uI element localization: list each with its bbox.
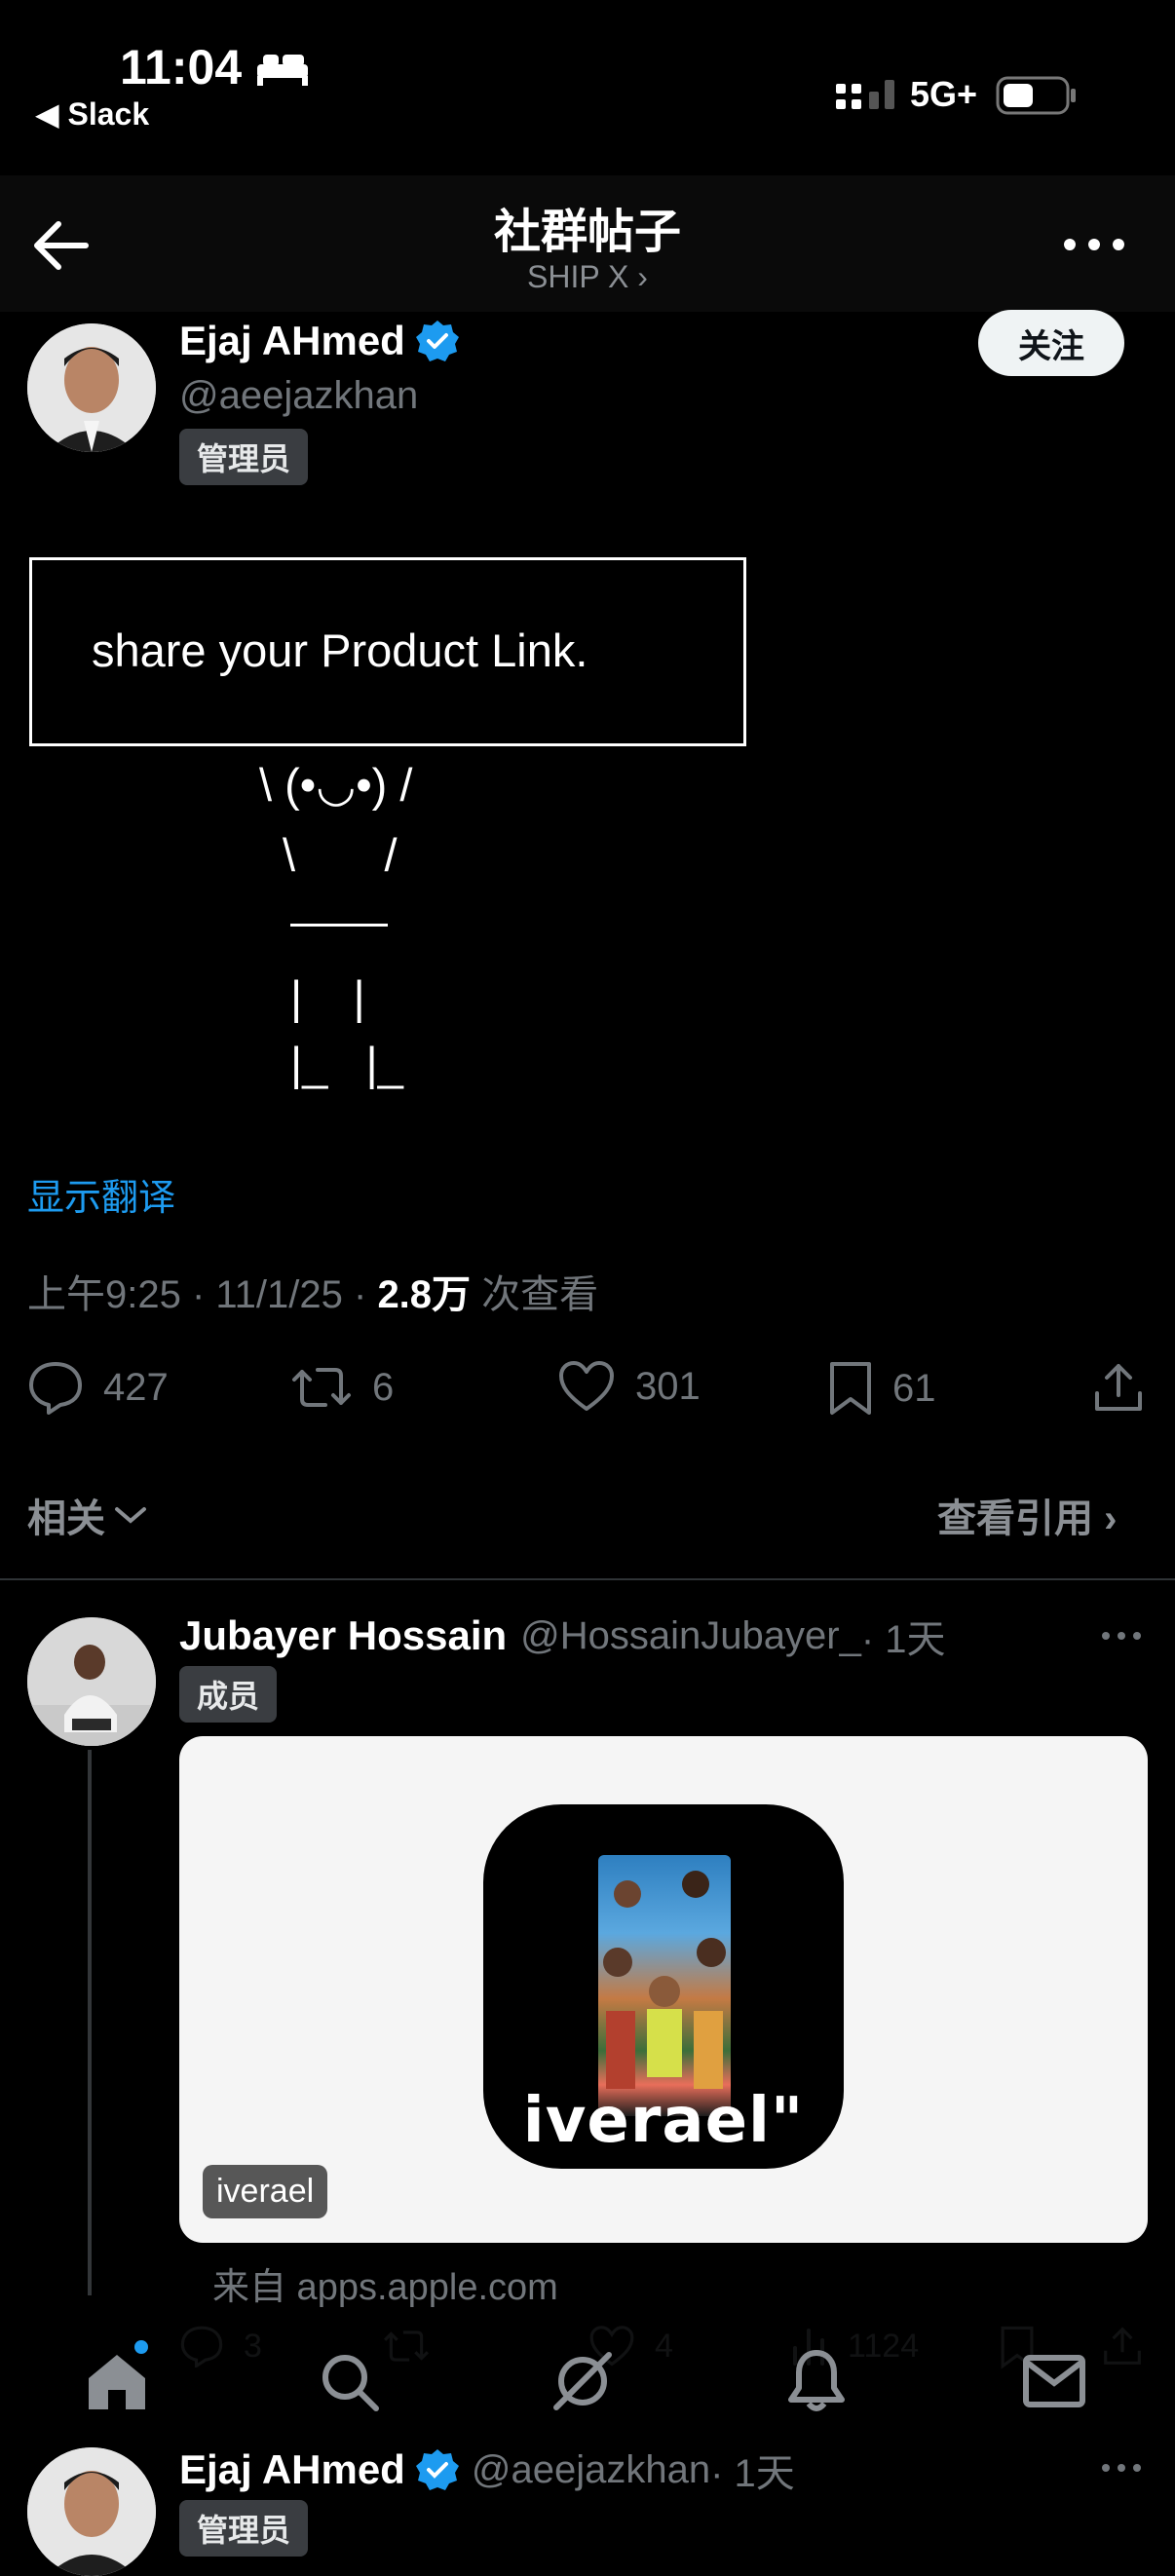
chevron-down-icon bbox=[115, 1507, 146, 1524]
page-title: 社群帖子 bbox=[493, 207, 681, 258]
community-name-link[interactable]: SHIP X › bbox=[0, 259, 1175, 295]
tab-notifications[interactable] bbox=[777, 2342, 855, 2420]
bookmark-icon bbox=[830, 1362, 871, 1415]
author-avatar[interactable] bbox=[27, 323, 156, 452]
share-button[interactable] bbox=[1091, 1360, 1146, 1415]
like-count: 301 bbox=[635, 1364, 701, 1408]
tab-search[interactable] bbox=[310, 2342, 388, 2420]
repost-button[interactable]: 6 bbox=[290, 1360, 394, 1415]
reply-author-handle[interactable]: @HossainJubayer_ bbox=[520, 1614, 861, 1658]
home-icon bbox=[89, 2355, 145, 2409]
tab-messages[interactable] bbox=[1015, 2342, 1093, 2420]
search-icon bbox=[322, 2355, 379, 2411]
post-text: share your Product Link. bbox=[92, 625, 588, 676]
back-to-app-link[interactable]: ◀ Slack bbox=[35, 95, 149, 133]
cellular-signal-icon bbox=[836, 80, 894, 109]
reply-header: Jubayer Hossain @HossainJubayer_ · 1天 bbox=[179, 1608, 946, 1664]
repost-count: 6 bbox=[372, 1365, 395, 1409]
next-author-name[interactable]: Ejaj AHmed bbox=[179, 2446, 405, 2493]
view-count-label: 次查看 bbox=[471, 1273, 599, 1316]
follow-button[interactable]: 关注 bbox=[978, 310, 1124, 376]
more-options-icon[interactable] bbox=[1062, 230, 1126, 259]
reply-author-name[interactable]: Jubayer Hossain bbox=[179, 1612, 507, 1659]
more-options-icon[interactable] bbox=[1101, 2461, 1142, 2475]
reply-time: · 1天 bbox=[860, 1618, 946, 1661]
link-source[interactable]: 来自 apps.apple.com bbox=[212, 2256, 558, 2310]
ascii-art-face: \ (•◡•) / bbox=[259, 759, 413, 811]
divider bbox=[0, 1578, 1175, 1580]
post-action-bar: 427 6 301 61 bbox=[27, 1360, 1148, 1419]
post-timestamp: 上午9:25 · 11/1/25 · bbox=[27, 1273, 378, 1316]
next-author-avatar[interactable] bbox=[27, 2447, 156, 2576]
author-handle[interactable]: @aeejazkhan bbox=[179, 374, 418, 418]
view-count: 2.8万 bbox=[377, 1273, 472, 1316]
verified-badge-icon bbox=[415, 321, 459, 361]
bookmark-count: 61 bbox=[892, 1366, 936, 1410]
card-domain-label: iverael bbox=[203, 2165, 328, 2218]
next-author-handle[interactable]: @aeejazkhan bbox=[472, 2448, 710, 2492]
post-meta: 上午9:25 · 11/1/25 · 2.8万 次查看 bbox=[27, 1263, 598, 1319]
share-icon bbox=[1095, 1364, 1142, 1411]
more-options-icon[interactable] bbox=[1101, 1629, 1142, 1643]
admin-role-badge: 管理员 bbox=[179, 2500, 309, 2557]
show-translation-link[interactable]: 显示翻译 bbox=[27, 1167, 175, 1221]
related-label: 相关 bbox=[27, 1497, 105, 1540]
ascii-art-legs: | | |_ |_ bbox=[290, 971, 403, 1089]
mail-icon bbox=[1023, 2355, 1085, 2407]
verified-badge-icon bbox=[415, 2449, 459, 2490]
next-post-time: · 1天 bbox=[710, 2452, 795, 2495]
related-dropdown[interactable]: 相关 bbox=[27, 1487, 148, 1543]
ascii-art-body bbox=[290, 924, 388, 927]
member-role-badge: 成员 bbox=[179, 1666, 278, 1723]
reply-count: 427 bbox=[103, 1365, 169, 1409]
view-quotes-link[interactable]: 查看引用 › bbox=[937, 1487, 1117, 1543]
bookmark-button[interactable]: 61 bbox=[828, 1360, 936, 1417]
sleep-focus-icon bbox=[257, 55, 308, 86]
admin-role-badge: 管理员 bbox=[179, 429, 309, 485]
network-type: 5G+ bbox=[910, 74, 978, 114]
reply-author-avatar[interactable] bbox=[27, 1617, 156, 1746]
grok-icon bbox=[553, 2352, 612, 2410]
reply-icon bbox=[29, 1362, 82, 1415]
heart-icon bbox=[559, 1361, 614, 1411]
status-time: 11:04 bbox=[120, 40, 243, 95]
thread-connector-line bbox=[88, 1750, 92, 2295]
home-notification-dot bbox=[134, 2340, 148, 2354]
tab-grok[interactable] bbox=[544, 2342, 622, 2420]
next-post-header: Ejaj AHmed @aeejazkhan · 1天 bbox=[179, 2442, 795, 2498]
ascii-art-arms: \ / bbox=[283, 829, 398, 881]
app-brand-text: iverael" bbox=[522, 2085, 805, 2157]
tab-home[interactable] bbox=[78, 2342, 156, 2420]
author-name-row: Ejaj AHmed bbox=[179, 318, 460, 364]
app-icon-photo bbox=[598, 1855, 731, 2116]
like-button[interactable]: 301 bbox=[557, 1360, 701, 1413]
author-name[interactable]: Ejaj AHmed bbox=[179, 318, 405, 364]
repost-icon bbox=[292, 1368, 351, 1407]
bell-icon bbox=[788, 2350, 845, 2411]
battery-icon bbox=[996, 76, 1076, 115]
reply-button[interactable]: 427 bbox=[27, 1360, 169, 1415]
